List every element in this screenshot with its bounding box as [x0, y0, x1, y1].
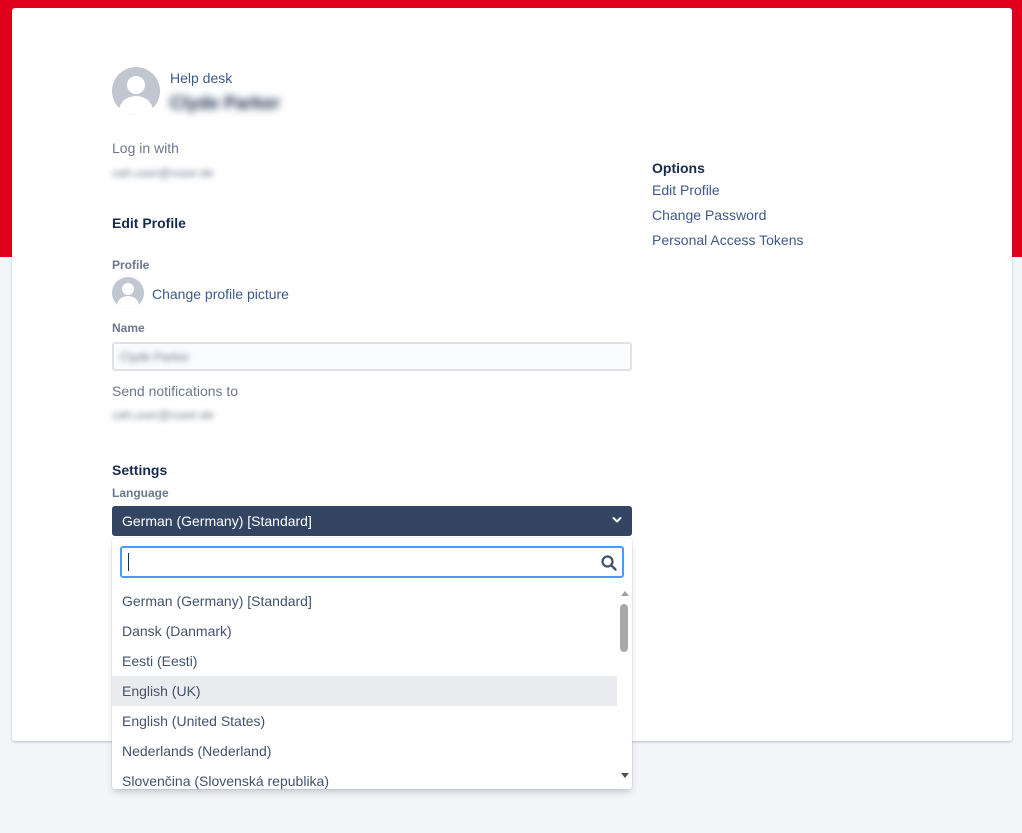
language-option[interactable]: Nederlands (Nederland)	[112, 736, 617, 766]
profile-picture-avatar[interactable]	[112, 277, 144, 309]
language-option[interactable]: Dansk (Danmark)	[112, 616, 617, 646]
change-profile-picture-link[interactable]: Change profile picture	[152, 286, 289, 302]
language-search-input[interactable]	[126, 551, 596, 573]
name-field-value: Clyde Parker	[120, 350, 190, 364]
login-email: cah.user@ruser.de	[112, 166, 214, 180]
sidebar-link-personal-access-tokens[interactable]: Personal Access Tokens	[652, 230, 804, 255]
search-icon	[601, 555, 617, 571]
login-label: Log in with	[112, 140, 179, 156]
options-sidebar: Options Edit Profile Change Password Per…	[652, 160, 804, 255]
language-option-hovered[interactable]: English (UK)	[112, 676, 617, 706]
avatar-head	[122, 283, 134, 295]
language-select[interactable]: German (Germany) [Standard]	[112, 506, 632, 536]
notifications-email: cah.user@ruser.de	[112, 408, 214, 422]
avatar-body	[117, 296, 139, 309]
sidebar-link-edit-profile[interactable]: Edit Profile	[652, 180, 804, 205]
language-select-value: German (Germany) [Standard]	[122, 513, 312, 529]
service-desk-link[interactable]: Help desk	[170, 70, 232, 86]
scroll-up-arrow-icon[interactable]	[621, 591, 629, 596]
notifications-label: Send notifications to	[112, 383, 239, 399]
language-dropdown: German (Germany) [Standard] Dansk (Danma…	[112, 538, 632, 789]
chevron-down-icon	[612, 517, 622, 523]
settings-heading: Settings	[112, 462, 168, 478]
options-title: Options	[652, 160, 705, 176]
avatar-body	[119, 96, 153, 115]
language-search-box[interactable]	[120, 546, 624, 578]
language-option[interactable]: German (Germany) [Standard]	[112, 586, 617, 616]
scroll-down-arrow-icon[interactable]	[621, 773, 629, 778]
name-field[interactable]: Clyde Parker	[112, 342, 632, 371]
user-avatar	[112, 67, 160, 115]
sidebar-link-change-password[interactable]: Change Password	[652, 205, 804, 230]
user-display-name: Clyde Parker	[170, 93, 281, 113]
edit-profile-heading: Edit Profile	[112, 215, 186, 231]
dropdown-scrollbar[interactable]	[617, 586, 632, 789]
avatar-head	[127, 76, 145, 94]
language-options-list: German (Germany) [Standard] Dansk (Danma…	[112, 586, 617, 789]
scrollbar-thumb[interactable]	[620, 604, 628, 652]
language-option[interactable]: Eesti (Eesti)	[112, 646, 617, 676]
language-label: Language	[112, 486, 169, 500]
language-option[interactable]: English (United States)	[112, 706, 617, 736]
language-option[interactable]: Slovenčina (Slovenská republika)	[112, 766, 617, 789]
name-label: Name	[112, 321, 145, 335]
profile-label: Profile	[112, 258, 150, 272]
text-caret	[128, 553, 129, 571]
